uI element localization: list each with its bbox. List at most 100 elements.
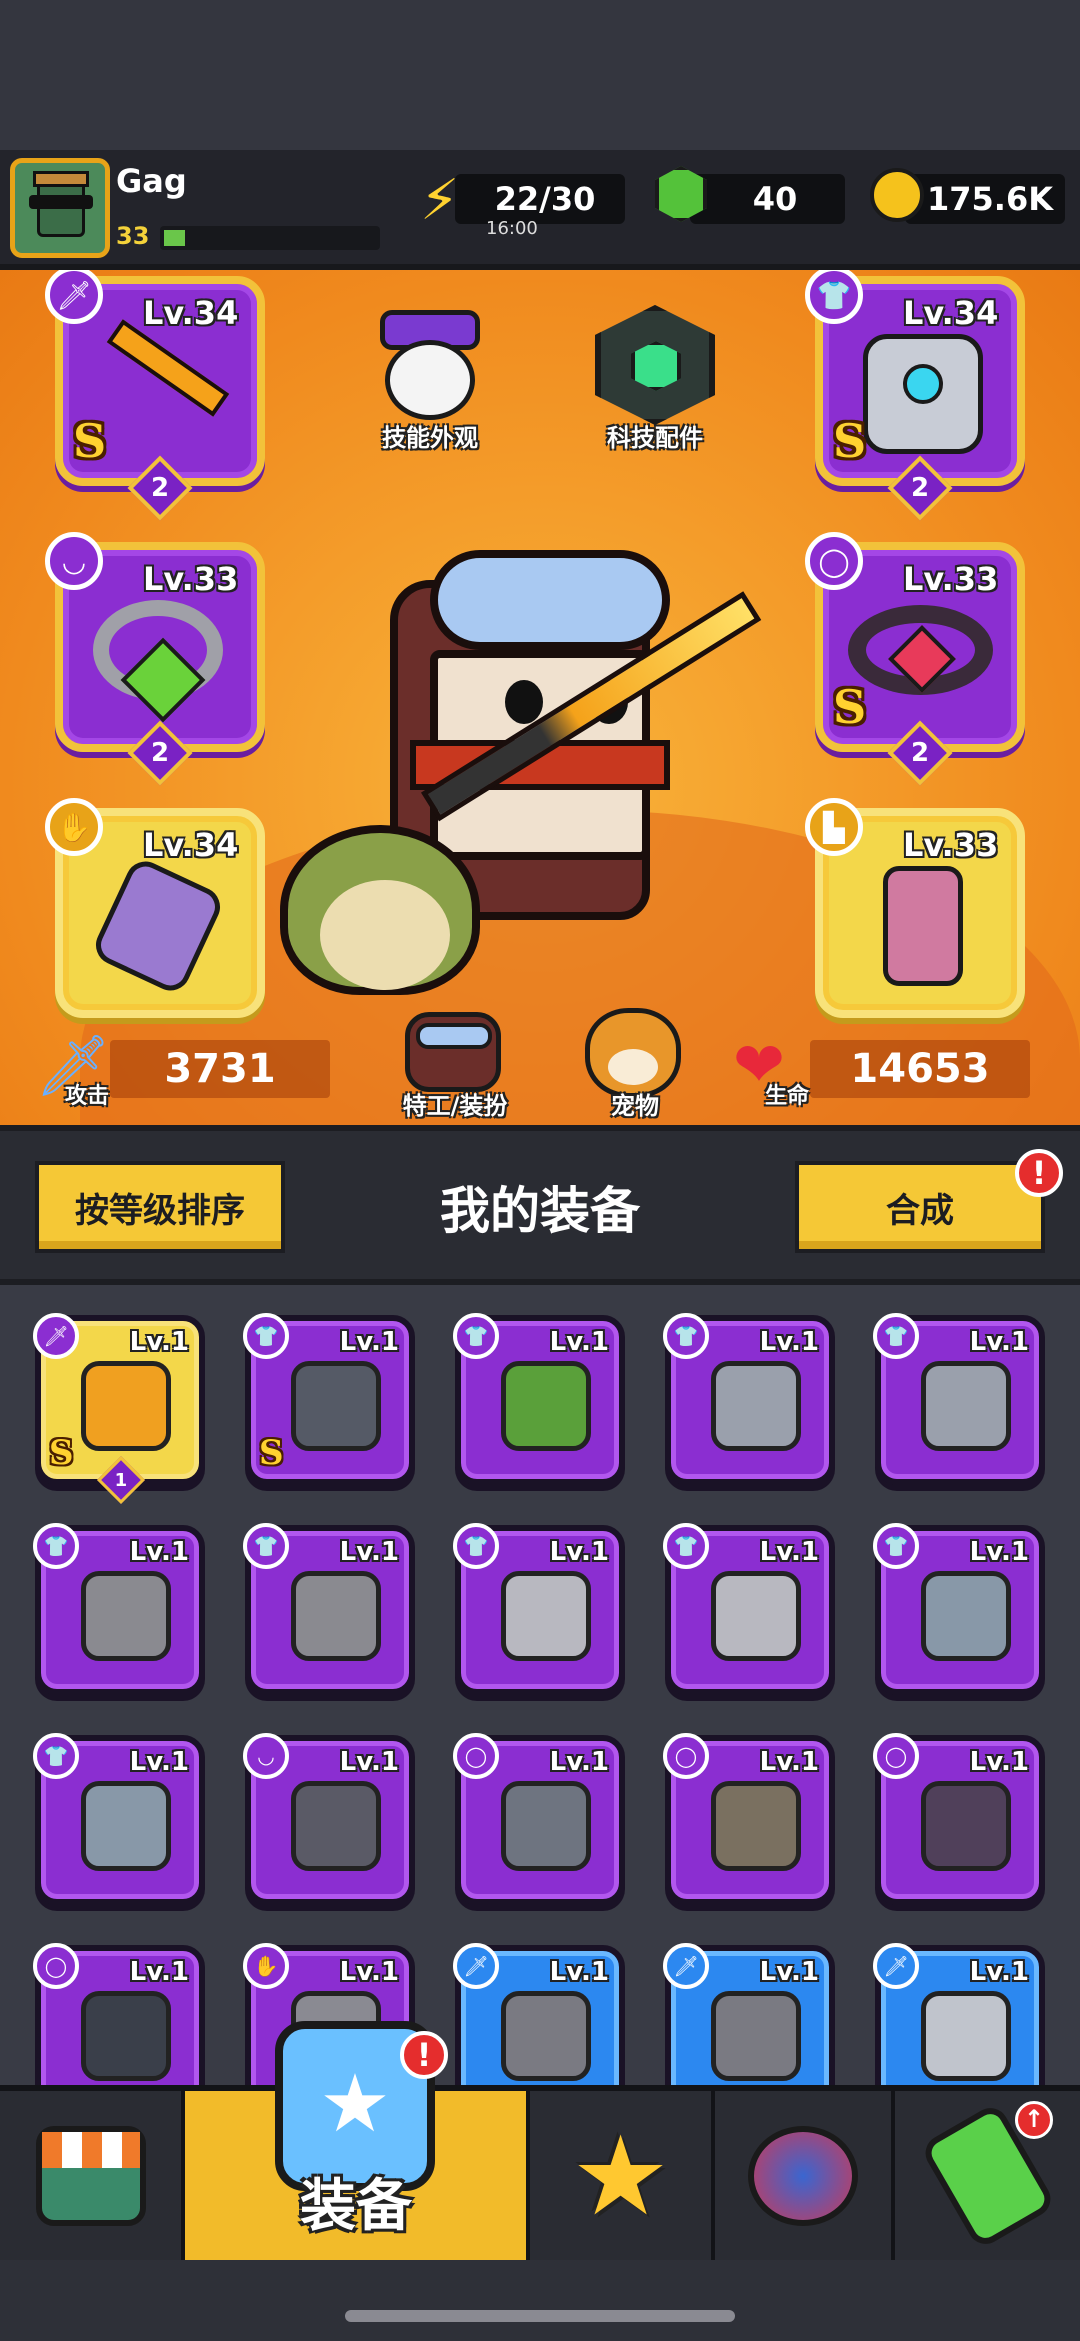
inventory-item[interactable]: 👕 Lv.1 [453,1523,625,1695]
inventory-item[interactable]: 🗡 Lv.1 [873,1943,1045,2085]
agent-outfit-button[interactable] [405,1012,501,1092]
slot-level: Lv.33 [903,560,999,598]
attack-label: 攻击 [65,1084,110,1109]
armor-type-icon: 👕 [873,1523,919,1569]
item-level: Lv.1 [549,1957,609,1987]
item-level: Lv.1 [759,1747,819,1777]
necklace-icon [291,1781,381,1871]
belt-icon [711,1781,801,1871]
nav-tab-research[interactable]: ↑ [895,2091,1080,2260]
armor-icon [291,1361,381,1451]
avatar[interactable] [10,158,110,258]
belt-type-icon: ◯ [663,1733,709,1779]
inventory-grid: 🗡 Lv.1 S 1 👕 Lv.1 S 👕 Lv.1 👕 Lv.1 👕 Lv.1 👕 Lv.1 👕 Lv.1 👕 L… [0,1285,1080,2085]
nav-tab-battle[interactable]: ★ [530,2091,715,2260]
glove-icon [89,855,227,997]
rank-badge: S [833,414,867,468]
energy-timer: 16:00 [486,218,538,239]
armor-type-icon: 👕 [453,1313,499,1359]
slot-level: Lv.34 [143,294,239,332]
gem-value: 40 [752,180,798,218]
inventory-item[interactable]: 👕 Lv.1 [873,1523,1045,1695]
belt-type-icon: ◯ [453,1733,499,1779]
rank-badge: S [259,1433,284,1473]
skill-skin-label: 技能外观 [382,424,478,452]
frog-pet-belly [320,880,450,990]
armor-type-icon: 👕 [33,1733,79,1779]
inventory-item[interactable]: 👕 Lv.1 [663,1313,835,1485]
pet-button[interactable] [585,1008,681,1098]
agent-character-visor [430,550,670,650]
item-level: Lv.1 [129,1327,189,1357]
hero-area: Lv.34 S 🗡 2 Lv.33 ◡ 2 Lv.34 ✋ Lv.34 S 👕 … [0,270,1080,1125]
item-level: Lv.1 [129,1537,189,1567]
item-level: Lv.1 [339,1747,399,1777]
belt-icon [501,1781,591,1871]
weapon-icon [921,1991,1011,2081]
inventory-item[interactable]: 👕 Lv.1 [243,1523,415,1695]
item-level: Lv.1 [759,1327,819,1357]
armor-type-icon: 👕 [663,1523,709,1569]
inventory-item[interactable]: ◯ Lv.1 [33,1943,205,2085]
skill-skin-button[interactable] [375,310,485,420]
armor-icon [291,1571,381,1661]
rank-badge: S [49,1433,74,1473]
inventory-item[interactable]: 👕 Lv.1 [33,1733,205,1905]
armor-core-icon [903,364,943,404]
xp-bar [160,226,380,250]
upgrade-arrow-icon: ↑ [1015,2101,1053,2139]
inventory-item[interactable]: 🗡 Lv.1 [663,1943,835,2085]
inventory-item[interactable]: ◯ Lv.1 [663,1733,835,1905]
merge-button[interactable]: 合成 [795,1161,1045,1253]
necklace-type-icon: ◡ [243,1733,289,1779]
nav-label-equipment: 装备 [300,2174,412,2239]
inventory-item[interactable]: 🗡 Lv.1 [453,1943,625,2085]
inventory-item[interactable]: 🗡 Lv.1 S 1 [33,1313,205,1505]
armor-icon [81,1781,171,1871]
avatar-glasses [29,195,93,209]
player-level: 33 [116,222,150,250]
coin-value: 175.6K [926,180,1053,218]
home-indicator-area [0,2260,1080,2341]
avatar-face [37,181,85,237]
inventory-item[interactable]: 👕 Lv.1 [873,1313,1045,1485]
shop-icon [35,2125,146,2226]
shiba-dog-icon [608,1049,658,1085]
attack-value: 3731 [110,1040,330,1098]
nav-tab-world[interactable] [715,2091,895,2260]
armor-icon [711,1361,801,1451]
nav-tab-equipment[interactable]: ★ 装备 ! [185,2021,530,2260]
armor-type-icon: 👕 [663,1313,709,1359]
equipment-toolbar: 按等级排序 我的装备 合成 ! [0,1125,1080,1285]
armor-icon [921,1361,1011,1451]
boot-icon [883,866,963,986]
inventory-item[interactable]: 👕 Lv.1 [33,1523,205,1695]
armor-icon [501,1571,591,1661]
item-level: Lv.1 [549,1327,609,1357]
inventory-item[interactable]: 👕 Lv.1 [663,1523,835,1695]
inventory-item[interactable]: ◡ Lv.1 [243,1733,415,1905]
inventory-item[interactable]: 👕 Lv.1 S [243,1313,415,1485]
rank-badge: S [73,414,107,468]
armor-icon [81,1571,171,1661]
slot-level: Lv.33 [903,826,999,864]
sword-icon [106,319,230,417]
inventory-item[interactable]: ◯ Lv.1 [453,1733,625,1905]
armor-type-icon: 👕 [243,1313,289,1359]
hp-label: 生命 [765,1084,810,1109]
item-level: Lv.1 [549,1747,609,1777]
rank-badge: S [833,680,867,734]
inventory-item[interactable]: 👕 Lv.1 [453,1313,625,1485]
lightning-icon[interactable]: ⚡ [420,168,459,233]
bottom-navigation: ★ 装备 ! ★ ↑ [0,2021,1080,2260]
sort-by-level-button[interactable]: 按等级排序 [35,1161,285,1253]
tech-parts-button[interactable] [595,305,715,425]
armor-icon [921,1571,1011,1661]
inventory-item[interactable]: ◯ Lv.1 [873,1733,1045,1905]
weapon-type-icon: 🗡 [453,1943,499,1989]
item-level: Lv.1 [969,1957,1029,1987]
home-indicator[interactable] [345,2310,735,2322]
weapon-icon [501,1991,591,2081]
nav-tab-shop[interactable] [0,2091,185,2260]
weapon-type-icon: 🗡 [873,1943,919,1989]
